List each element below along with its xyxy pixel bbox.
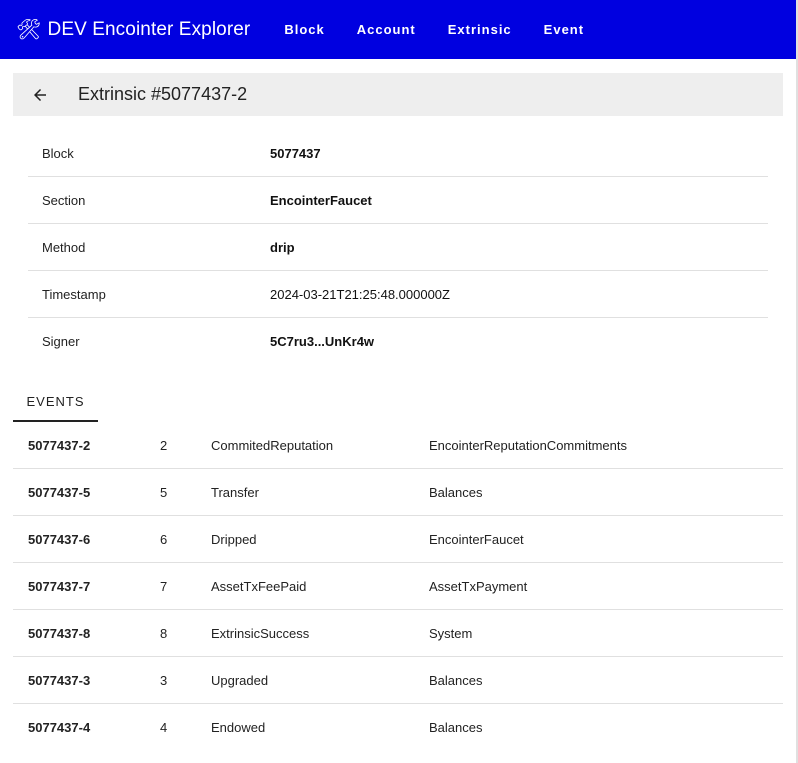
page: 🛠 DEV Encointer Explorer Block Account E… (0, 0, 798, 763)
event-method: Endowed (211, 719, 266, 735)
event-index: 6 (160, 531, 168, 547)
detail-value: 2024-03-21T21:25:48.000000Z (270, 286, 450, 302)
page-title: Extrinsic #5077437-2 (78, 84, 248, 104)
detail-label: Block (42, 145, 74, 161)
detail-row-section: Section EncointerFaucet (28, 177, 768, 224)
back-button[interactable] (27, 82, 53, 108)
tools-icon: 🛠 (16, 18, 42, 41)
detail-label: Method (42, 239, 86, 255)
detail-row-method: Method drip (28, 224, 768, 271)
event-method: ExtrinsicSuccess (211, 625, 310, 641)
app-bar: 🛠 DEV Encointer Explorer Block Account E… (0, 0, 798, 59)
event-index: 8 (160, 625, 168, 641)
main-nav: Block Account Extrinsic Event (268, 22, 600, 37)
event-method: Dripped (211, 531, 257, 547)
event-id: 5077437-4 (28, 719, 91, 735)
detail-row-block: Block 5077437 (28, 130, 768, 177)
event-section: Balances (429, 672, 483, 688)
detail-label: Timestamp (42, 286, 106, 302)
event-index: 7 (160, 578, 168, 594)
event-id: 5077437-7 (28, 578, 91, 594)
details-table: Block 5077437 Section EncointerFaucet Me… (28, 130, 768, 364)
detail-value: EncointerFaucet (270, 192, 372, 208)
table-row[interactable]: 5077437-8 8 ExtrinsicSuccess System (13, 610, 783, 657)
event-index: 5 (160, 484, 168, 500)
title-bar: Extrinsic #5077437-2 (13, 73, 783, 116)
event-section: Balances (429, 484, 483, 500)
arrow-left-icon (34, 88, 46, 101)
table-row[interactable]: 5077437-2 2 CommitedReputation Encointer… (13, 422, 783, 469)
event-section: EncointerReputationCommitments (429, 437, 627, 453)
table-row[interactable]: 5077437-5 5 Transfer Balances (13, 469, 783, 516)
event-section: EncointerFaucet (429, 531, 524, 547)
nav-block[interactable]: Block (268, 22, 340, 37)
table-row[interactable]: 5077437-3 3 Upgraded Balances (13, 657, 783, 704)
tab-events[interactable]: EVENTS (13, 382, 98, 422)
event-section: Balances (429, 719, 483, 735)
event-id: 5077437-8 (28, 625, 91, 641)
detail-row-signer: Signer 5C7ru3...UnKr4w (28, 318, 768, 364)
event-index: 4 (160, 719, 168, 735)
event-id: 5077437-5 (28, 484, 91, 500)
event-section: AssetTxPayment (429, 578, 528, 594)
nav-extrinsic[interactable]: Extrinsic (432, 22, 528, 37)
event-index: 2 (160, 437, 168, 453)
brand-link[interactable]: 🛠 DEV Encointer Explorer (16, 19, 250, 41)
events-table: 5077437-2 2 CommitedReputation Encointer… (13, 422, 783, 750)
brand-title: DEV Encointer Explorer (47, 18, 251, 40)
event-id: 5077437-6 (28, 531, 91, 547)
event-method: AssetTxFeePaid (211, 578, 307, 594)
nav-account[interactable]: Account (341, 22, 432, 37)
detail-value: drip (270, 239, 295, 255)
detail-row-timestamp: Timestamp 2024-03-21T21:25:48.000000Z (28, 271, 768, 318)
event-section: System (429, 625, 473, 641)
detail-label: Signer (42, 333, 80, 349)
nav-event[interactable]: Event (528, 22, 600, 37)
block-link[interactable]: 5077437 (270, 146, 321, 161)
event-method: Transfer (211, 484, 259, 500)
detail-label: Section (42, 192, 86, 208)
event-id: 5077437-3 (28, 672, 91, 688)
event-method: Upgraded (211, 672, 269, 688)
table-row[interactable]: 5077437-4 4 Endowed Balances (13, 704, 783, 750)
signer-link[interactable]: 5C7ru3...UnKr4w (270, 334, 374, 349)
table-row[interactable]: 5077437-6 6 Dripped EncointerFaucet (13, 516, 783, 563)
event-method: CommitedReputation (211, 437, 334, 453)
table-row[interactable]: 5077437-7 7 AssetTxFeePaid AssetTxPaymen… (13, 563, 783, 610)
event-index: 3 (160, 672, 168, 688)
event-id: 5077437-2 (28, 437, 91, 453)
